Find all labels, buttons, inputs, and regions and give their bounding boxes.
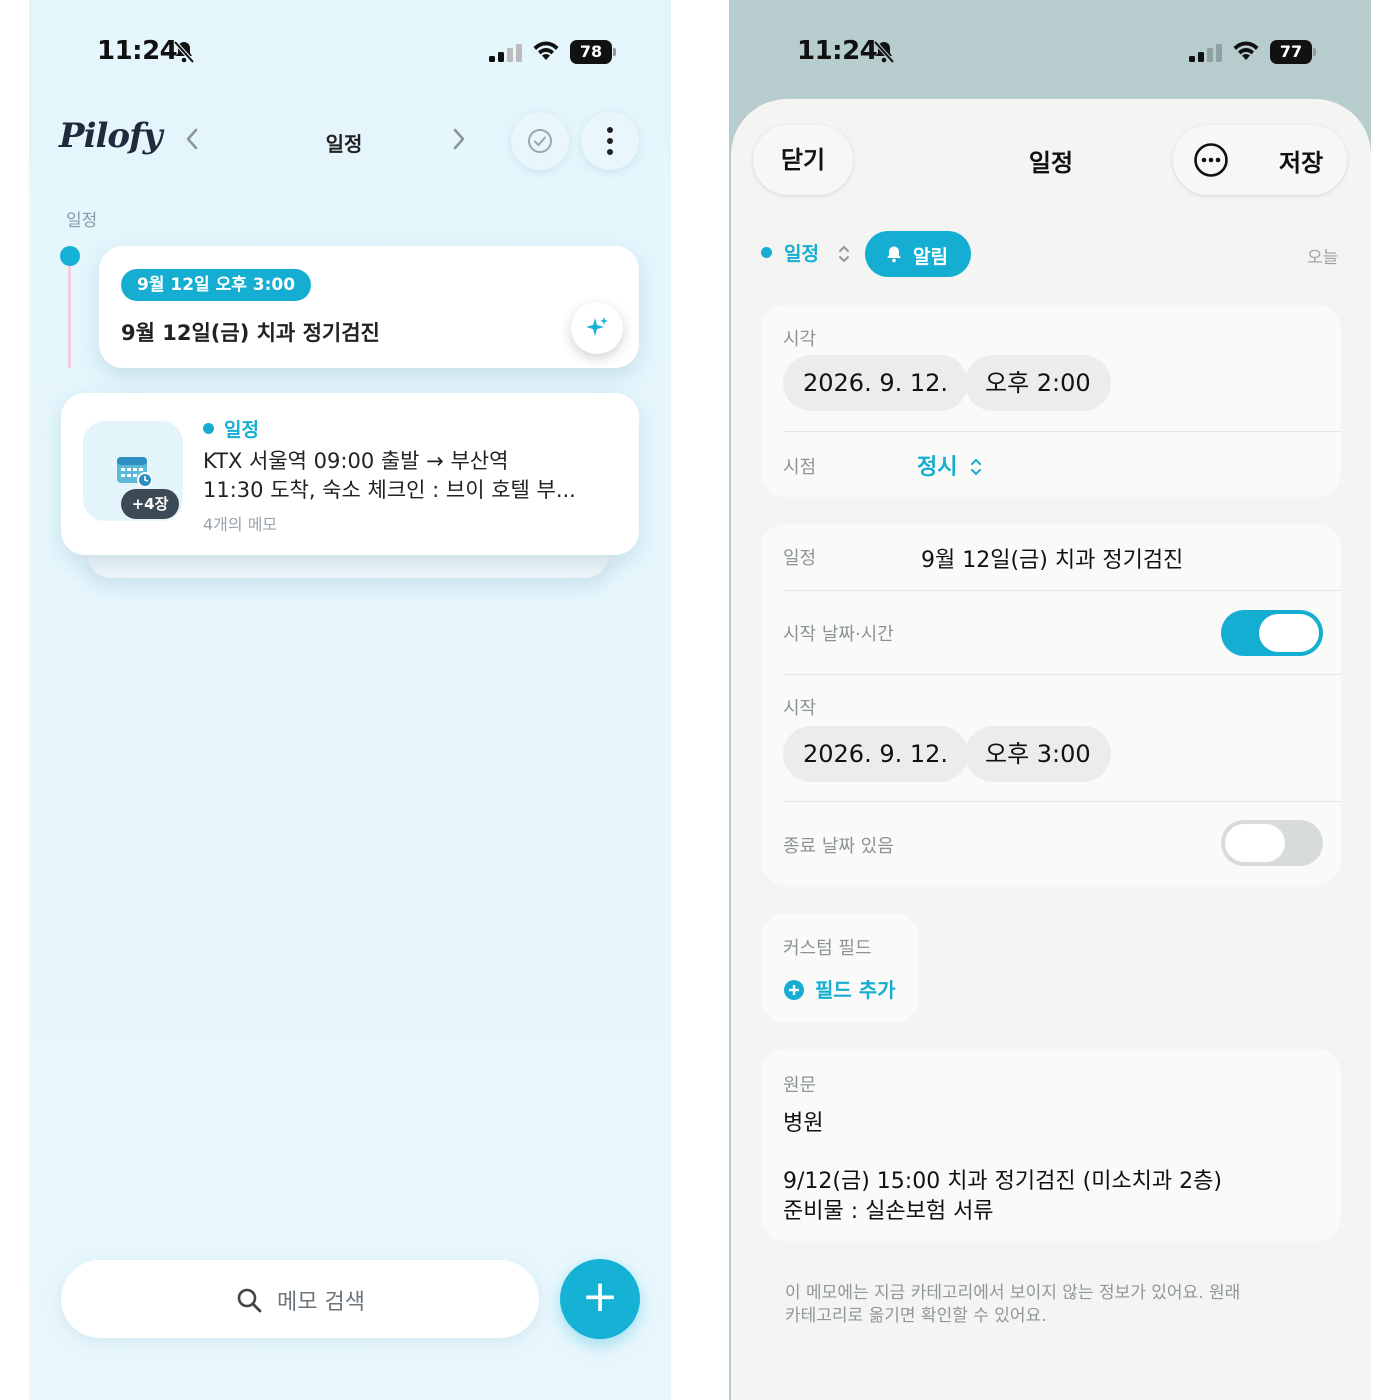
original-line-3: 준비물 : 실손보험 서류 xyxy=(783,1199,994,1224)
today-button[interactable]: 오늘 xyxy=(1307,243,1338,268)
bell-off-icon xyxy=(873,40,895,64)
point-label: 시점 xyxy=(783,457,817,478)
footnote: 이 메모에는 지금 카테고리에서 보이지 않는 정보가 있어요. 원래 카테고리… xyxy=(785,1283,1241,1326)
timeline-line xyxy=(68,262,71,368)
bell-icon xyxy=(887,246,901,263)
end-date-toggle[interactable] xyxy=(1221,820,1323,866)
battery-icon: 78 xyxy=(570,40,616,64)
schedule-title: 9월 12일(금) 치과 정기검진 xyxy=(121,321,380,345)
memo-thumbnail: +4장 xyxy=(83,421,183,521)
memo-list-screen: 11:24 78 Pilofy 일정 일정 9월 12일 오후 3:00 9월 … xyxy=(29,0,671,1400)
up-down-chevron-icon xyxy=(839,245,849,263)
time-group: 시각 2026. 9. 12. 오후 2:00 시점 정시 xyxy=(761,305,1341,497)
divider xyxy=(783,801,1341,802)
check-button[interactable] xyxy=(511,112,569,170)
up-down-chevron-icon xyxy=(971,458,982,476)
sparkle-icon xyxy=(586,317,608,336)
close-button[interactable]: 닫기 xyxy=(753,125,853,195)
battery-level: 78 xyxy=(570,40,612,64)
section-label: 일정 xyxy=(66,211,98,231)
cellular-signal-icon xyxy=(489,44,522,62)
divider xyxy=(783,590,1341,591)
custom-field-label: 커스텀 필드 xyxy=(783,938,872,959)
search-placeholder: 메모 검색 xyxy=(277,1290,365,1315)
start-date-chip[interactable]: 2026. 9. 12. xyxy=(783,726,969,782)
sheet-title: 일정 xyxy=(1028,149,1074,177)
wifi-icon xyxy=(533,41,559,60)
status-time: 11:24 xyxy=(97,36,178,66)
more-vertical-icon xyxy=(607,127,613,155)
check-circle-icon xyxy=(528,129,552,153)
calendar-icon xyxy=(117,457,152,488)
schedule-edit-screen: 11:24 77 닫기 일정 저장 일정 알림 오늘 시각 2026. 9. 1 xyxy=(729,0,1371,1400)
image-count-badge: +4장 xyxy=(121,489,179,519)
timeline-dot xyxy=(60,246,80,266)
add-field-button[interactable]: 필드 추가 xyxy=(783,974,896,1003)
time-label: 시각 xyxy=(783,329,817,350)
search-input[interactable]: 메모 검색 xyxy=(61,1260,539,1338)
start-toggle-label: 시작 날짜·시간 xyxy=(783,624,894,645)
end-toggle-label: 종료 날짜 있음 xyxy=(783,836,894,857)
memo-count: 4개의 메모 xyxy=(203,515,278,534)
custom-field-group: 커스텀 필드 필드 추가 xyxy=(761,914,919,1022)
more-horizontal-icon[interactable] xyxy=(1193,142,1229,178)
memo-line-1: KTX 서울역 09:00 출발 → 부산역 xyxy=(203,449,509,473)
memo-preview: KTX 서울역 09:00 출발 → 부산역 11:30 도착, 숙소 체크인 … xyxy=(203,447,603,505)
event-label: 일정 xyxy=(783,548,817,569)
original-line-1: 병원 xyxy=(783,1111,824,1136)
status-time: 11:24 xyxy=(797,36,878,66)
start-label: 시작 xyxy=(783,698,817,719)
chevron-left-icon[interactable] xyxy=(180,124,204,154)
edit-sheet: 닫기 일정 저장 일정 알림 오늘 시각 2026. 9. 12. 오후 2:0… xyxy=(731,99,1371,1400)
point-selector[interactable]: 정시 xyxy=(917,449,983,481)
category-label: 일정 xyxy=(203,415,259,442)
original-line-2: 9/12(금) 15:00 치과 정기검진 (미소치과 2층) xyxy=(783,1169,1222,1194)
event-group: 일정 9월 12일(금) 치과 정기검진 시작 날짜·시간 시작 2026. 9… xyxy=(761,524,1341,885)
app-logo: Pilofy xyxy=(59,116,162,156)
plus-circle-icon xyxy=(784,980,804,1000)
battery-level: 77 xyxy=(1270,40,1312,64)
start-time-chip[interactable]: 오후 3:00 xyxy=(965,726,1111,782)
more-menu-button[interactable] xyxy=(581,112,639,170)
original-label: 원문 xyxy=(783,1075,817,1096)
chevron-right-icon[interactable] xyxy=(447,124,471,154)
original-text-group: 원문 병원 9/12(금) 15:00 치과 정기검진 (미소치과 2층) 준비… xyxy=(761,1049,1341,1241)
page-title[interactable]: 일정 xyxy=(299,128,389,157)
alarm-chip[interactable]: 알림 xyxy=(865,231,971,277)
schedule-card[interactable]: 9월 12일 오후 3:00 9월 12일(금) 치과 정기검진 xyxy=(99,246,639,368)
battery-icon: 77 xyxy=(1270,40,1316,64)
search-icon xyxy=(237,1288,262,1313)
memo-line-2: 11:30 도착, 숙소 체크인 : 브이 호텔 부... xyxy=(203,478,576,502)
time-time-chip[interactable]: 오후 2:00 xyxy=(965,355,1111,411)
wifi-icon xyxy=(1233,41,1259,60)
time-date-chip[interactable]: 2026. 9. 12. xyxy=(783,355,969,411)
category-selector[interactable]: 일정 xyxy=(761,239,819,266)
chip-row: 일정 알림 오늘 xyxy=(731,231,1371,279)
divider xyxy=(783,674,1341,675)
header-action-group: 저장 xyxy=(1173,125,1347,195)
bell-off-icon xyxy=(173,40,195,64)
date-pill: 9월 12일 오후 3:00 xyxy=(121,269,312,301)
memo-card[interactable]: +4장 일정 KTX 서울역 09:00 출발 → 부산역 11:30 도착, … xyxy=(61,393,639,555)
status-bar: 11:24 78 xyxy=(29,34,671,70)
divider xyxy=(783,431,1341,432)
save-button[interactable]: 저장 xyxy=(1279,143,1323,178)
start-datetime-toggle[interactable] xyxy=(1221,610,1323,656)
status-bar: 11:24 77 xyxy=(729,34,1371,70)
ai-sparkle-button[interactable] xyxy=(571,302,623,354)
add-memo-button[interactable]: + xyxy=(560,1259,640,1339)
event-title-field[interactable]: 9월 12일(금) 치과 정기검진 xyxy=(921,542,1183,574)
cellular-signal-icon xyxy=(1189,44,1222,62)
alarm-label: 알림 xyxy=(913,246,948,268)
